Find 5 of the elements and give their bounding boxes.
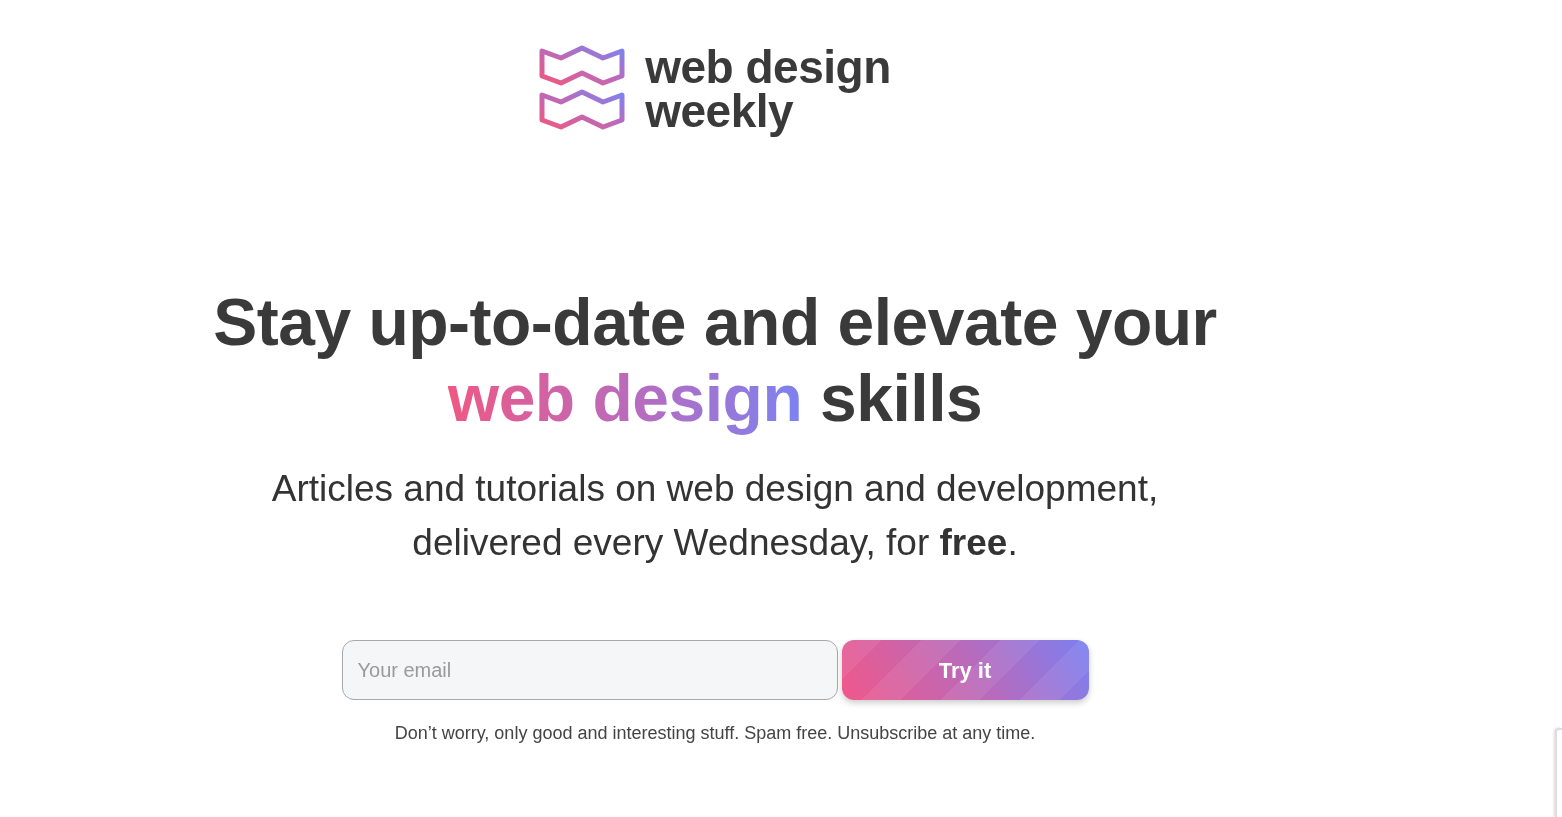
privacy-note: Don’t worry, only good and interesting stuff. Spam free. Unsubscribe at any time. [394, 722, 1036, 745]
email-field[interactable]: Your email [341, 640, 838, 700]
headline: Stay up-to-date and elevate your web design skills [213, 284, 1217, 436]
try-button[interactable]: Try it [841, 640, 1089, 700]
subtitle: Articles and tutorials on web design and development, delivered every Wednesday, for free. [271, 467, 1159, 565]
